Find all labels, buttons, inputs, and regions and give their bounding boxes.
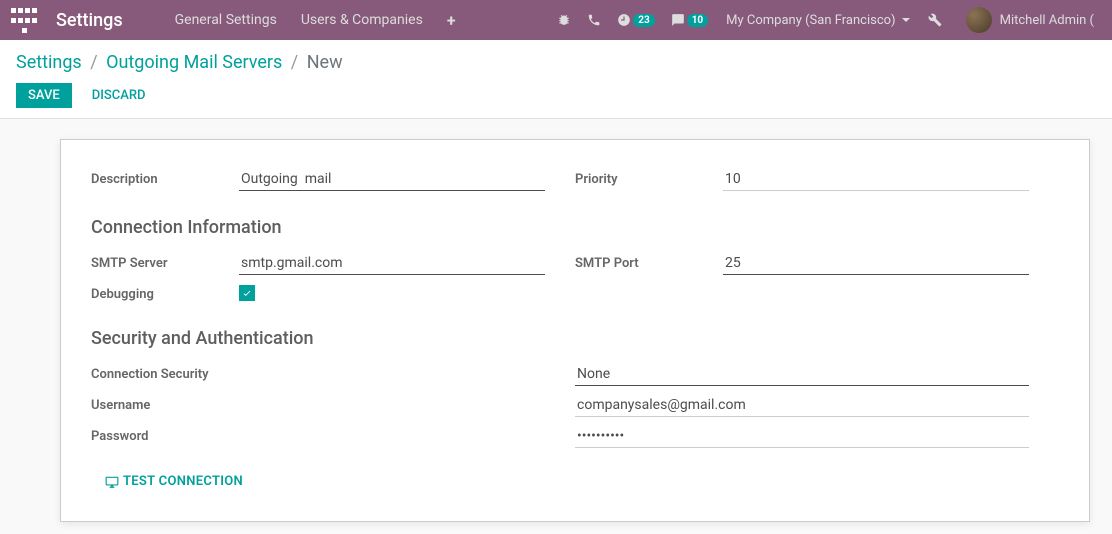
section-security: Security and Authentication [91, 328, 1059, 349]
breadcrumb-parent[interactable]: Outgoing Mail Servers [106, 52, 282, 73]
connection-security-select[interactable]: None [575, 363, 1029, 386]
breadcrumb-current: New [307, 52, 343, 73]
chevron-down-icon [902, 18, 910, 22]
discard-button[interactable]: Discard [80, 83, 158, 108]
priority-input[interactable] [723, 168, 1029, 191]
company-switcher[interactable]: My Company (San Francisco) [716, 13, 919, 28]
label-smtp-port: SMTP Port [575, 252, 723, 271]
debugging-checkbox[interactable] [239, 285, 255, 301]
label-password: Password [91, 425, 239, 444]
nav-add-menu[interactable]: + [435, 11, 468, 30]
check-icon [242, 288, 252, 298]
nav-users-companies[interactable]: Users & Companies [289, 12, 435, 28]
label-username: Username [91, 394, 239, 413]
app-brand[interactable]: Settings [56, 10, 123, 31]
label-debugging: Debugging [91, 283, 239, 302]
description-input[interactable] [239, 168, 545, 191]
label-connection-security: Connection Security [91, 363, 239, 382]
test-connection-button[interactable]: Test Connection [105, 474, 243, 489]
apps-icon[interactable] [10, 6, 38, 34]
user-menu[interactable]: Mitchell Admin ( [950, 7, 1102, 33]
dev-tools-icon[interactable] [920, 13, 950, 27]
smtp-server-input[interactable] [239, 252, 545, 275]
phone-icon[interactable] [579, 13, 609, 27]
activities-badge: 23 [633, 14, 654, 27]
monitor-icon [105, 475, 119, 489]
debug-icon[interactable] [549, 13, 579, 27]
control-panel: Settings / Outgoing Mail Servers / New S… [0, 40, 1112, 119]
top-navbar: Settings General Settings Users & Compan… [0, 0, 1112, 40]
save-button[interactable]: Save [16, 83, 72, 108]
label-priority: Priority [575, 168, 723, 187]
breadcrumb: Settings / Outgoing Mail Servers / New [16, 52, 1096, 73]
label-description: Description [91, 168, 239, 187]
form-sheet: Description Priority Connection Informat… [60, 139, 1090, 522]
messages-icon[interactable]: 10 [663, 13, 716, 27]
messages-badge: 10 [687, 14, 708, 27]
username-input[interactable] [575, 394, 1029, 417]
breadcrumb-root[interactable]: Settings [16, 52, 82, 73]
password-input[interactable] [575, 425, 1029, 448]
nav-general-settings[interactable]: General Settings [163, 12, 289, 28]
section-connection: Connection Information [91, 217, 1059, 238]
smtp-port-input[interactable] [723, 252, 1029, 275]
label-smtp-server: SMTP Server [91, 252, 239, 271]
activities-icon[interactable]: 23 [609, 13, 662, 27]
avatar [966, 7, 992, 33]
